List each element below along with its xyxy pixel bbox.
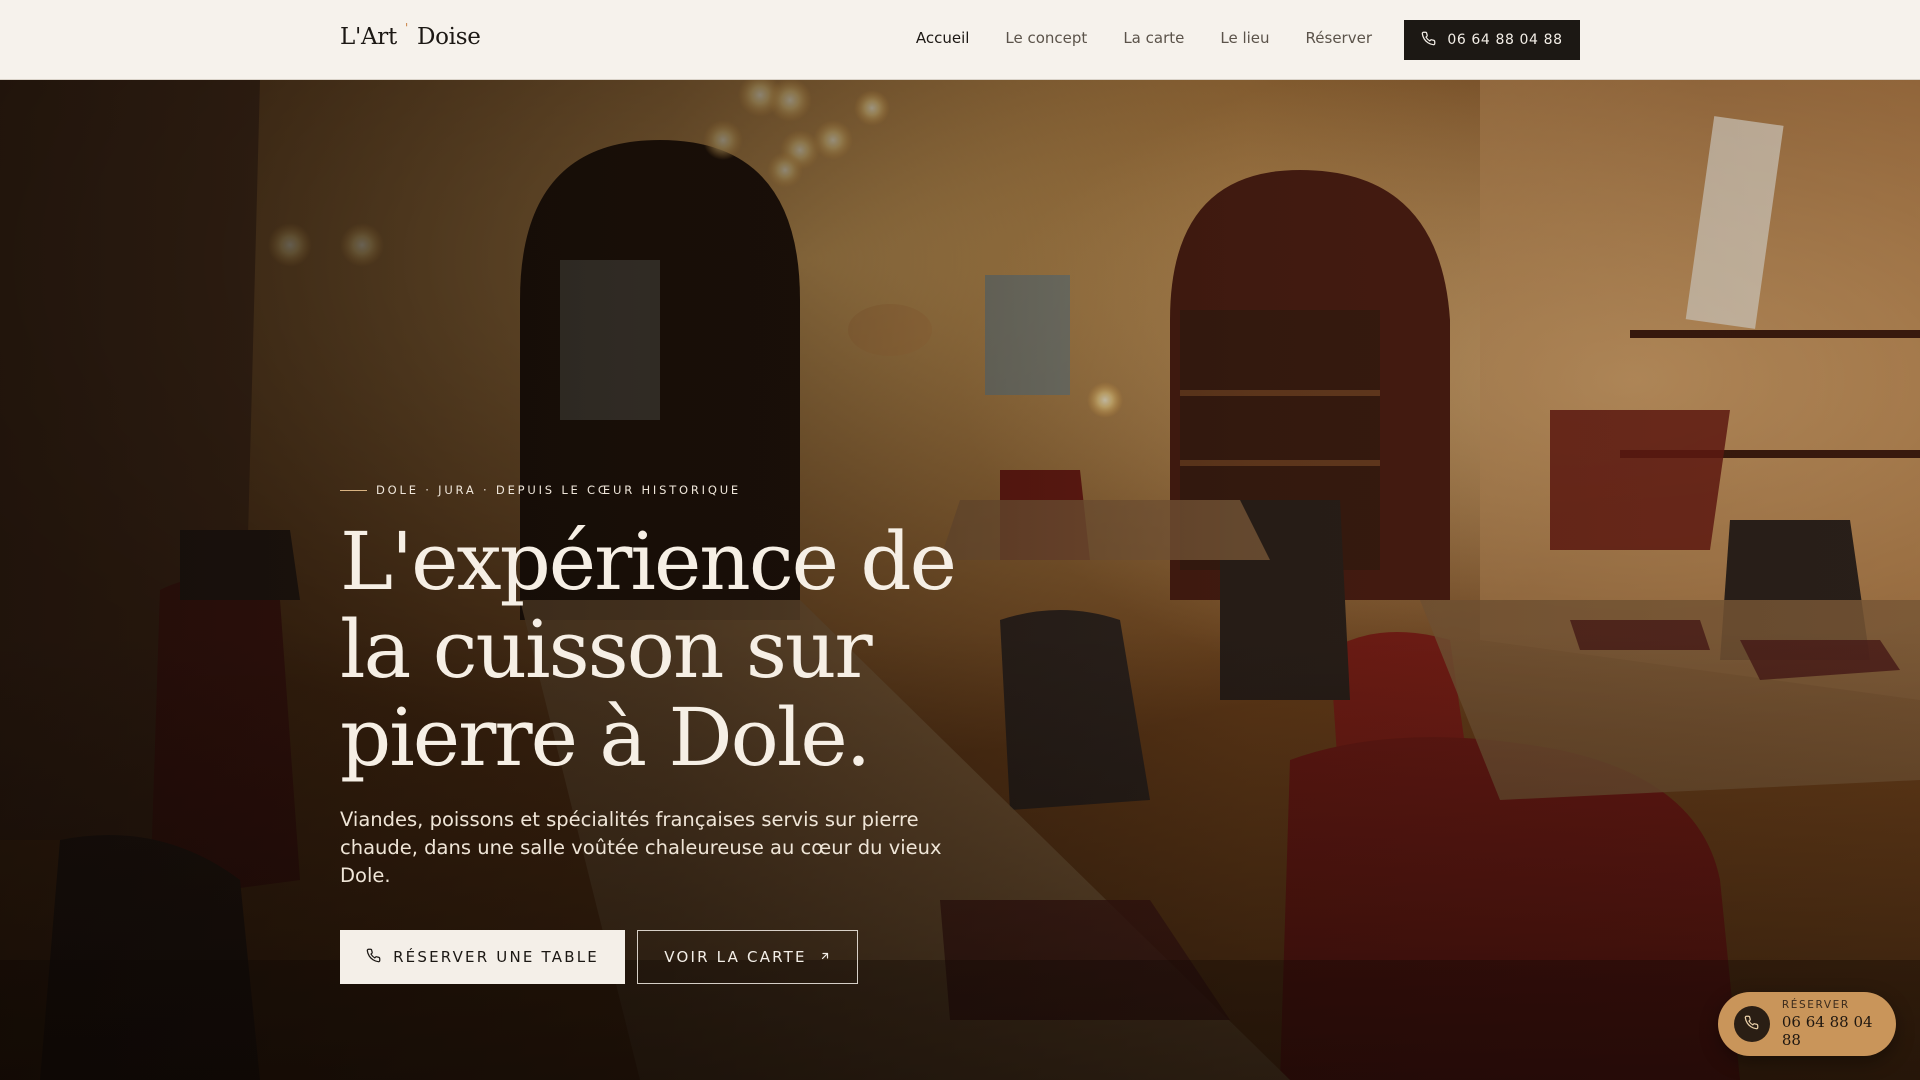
logo-text-right: Doise <box>416 24 481 50</box>
phone-icon <box>366 948 381 967</box>
view-menu-label: VOIR LA CARTE <box>664 948 807 966</box>
hero-headline: L'expérience de la cuisson sur pierre à … <box>340 515 957 784</box>
header-phone-number: 06 64 88 04 88 <box>1447 32 1563 48</box>
phone-icon <box>1744 1015 1759 1034</box>
reserve-table-button[interactable]: RÉSERVER UNE TABLE <box>340 930 625 984</box>
main-nav: Accueil Le concept La carte Le lieu Rése… <box>916 29 1372 47</box>
fab-phone-number: 06 64 88 04 88 <box>1781 1013 1873 1049</box>
hero-eyebrow: DOLE · JURA · DEPUIS LE CŒUR HISTORIQUE <box>340 483 741 497</box>
logo-accent-mark: ' <box>404 21 408 35</box>
hero-lede: Viandes, poissons et spécialités françai… <box>340 808 942 887</box>
nav-item-reserver[interactable]: Réserver <box>1306 29 1372 47</box>
logo-text-left: L'Art <box>340 24 397 50</box>
fab-icon-circle <box>1734 1006 1770 1042</box>
nav-item-carte[interactable]: La carte <box>1123 29 1184 47</box>
nav-item-concept[interactable]: Le concept <box>1005 29 1087 47</box>
floating-reserve-button[interactable]: RÉSERVER 06 64 88 04 88 <box>1718 992 1896 1056</box>
view-menu-button[interactable]: VOIR LA CARTE <box>637 930 858 984</box>
arrow-up-right-icon <box>819 948 831 966</box>
nav-item-lieu[interactable]: Le lieu <box>1220 29 1269 47</box>
hero-eyebrow-text: DOLE · JURA · DEPUIS LE CŒUR HISTORIQUE <box>376 483 741 497</box>
phone-icon <box>1421 31 1436 50</box>
fab-text: RÉSERVER 06 64 88 04 88 <box>1782 999 1896 1049</box>
nav-item-accueil[interactable]: Accueil <box>916 29 970 47</box>
fab-label: RÉSERVER <box>1781 999 1850 1011</box>
eyebrow-rule <box>340 489 367 491</box>
reserve-table-label: RÉSERVER UNE TABLE <box>393 948 599 966</box>
site-header: L'Art ' Doise Accueil Le concept La cart… <box>0 0 1920 80</box>
logo[interactable]: L'Art ' Doise <box>340 21 481 50</box>
header-phone-button[interactable]: 06 64 88 04 88 <box>1404 20 1580 60</box>
